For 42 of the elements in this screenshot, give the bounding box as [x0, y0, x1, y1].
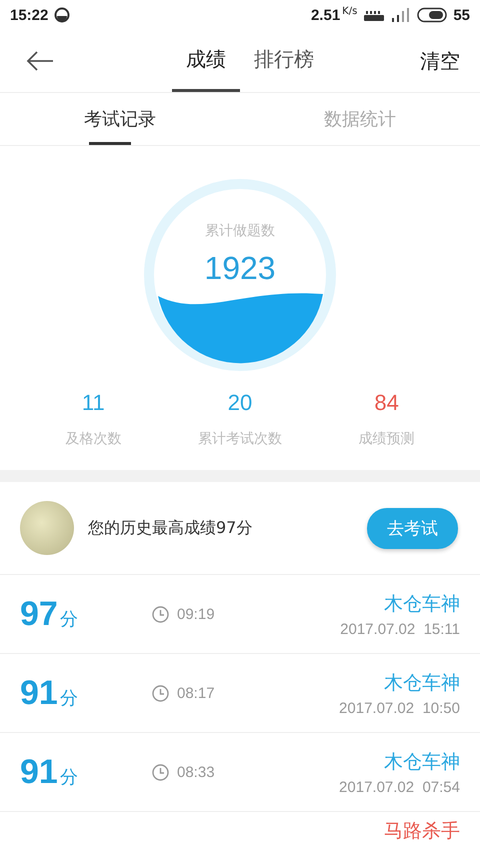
exam-date: 2017.07.02 10:50	[339, 700, 460, 716]
rank-title: 木仓车神	[384, 592, 460, 616]
gauge-label: 累计做题数	[205, 222, 275, 240]
stat-value: 20	[228, 390, 252, 416]
stat-value: 84	[374, 390, 399, 416]
stat-value: 11	[82, 390, 105, 416]
score-unit: 分	[60, 766, 78, 788]
network-speed: 2.51	[310, 6, 340, 24]
avatar-photo-placeholder	[20, 501, 74, 555]
score-value: 97	[20, 594, 58, 634]
nav-tab[interactable]: 排行榜	[240, 30, 328, 92]
exam-duration: 08:33	[177, 764, 215, 780]
sub-tab[interactable]: 考试记录	[0, 93, 240, 145]
speed-unit: K/s	[342, 6, 358, 17]
clock-icon	[152, 764, 169, 780]
rank-title: 马路杀手	[384, 819, 460, 844]
exam-duration: 08:17	[177, 684, 215, 702]
app-status-icon	[54, 7, 70, 23]
exam-duration: 09:19	[177, 606, 215, 622]
exam-date: 2017.07.02 07:54	[339, 778, 460, 796]
stat-label: 及格次数	[65, 430, 122, 448]
best-score-text: 您的历史最高成绩97分	[88, 518, 254, 538]
score-unit: 分	[60, 686, 78, 710]
back-arrow-icon	[25, 50, 55, 72]
battery-icon	[417, 7, 448, 23]
wifi-icon	[363, 9, 386, 21]
nav-tab[interactable]: 成绩	[172, 30, 240, 92]
stat-label: 成绩预测	[358, 430, 415, 448]
signal-icon	[391, 7, 412, 23]
clear-button[interactable]: 清空	[400, 30, 480, 92]
clock-icon	[152, 606, 169, 622]
score-unit: 分	[60, 608, 78, 630]
status-time: 15:22	[10, 6, 48, 24]
clock-icon	[152, 684, 169, 702]
battery-level: 55	[453, 6, 470, 24]
rank-title: 木仓车神	[384, 750, 460, 774]
exam-date: 2017.07.02 15:11	[340, 620, 460, 638]
score-value: 91	[20, 674, 58, 712]
gauge-value: 1923	[204, 250, 276, 287]
score-value: 91	[20, 752, 58, 792]
rank-title: 木仓车神	[384, 670, 460, 696]
stat-label: 累计考试次数	[198, 430, 282, 448]
